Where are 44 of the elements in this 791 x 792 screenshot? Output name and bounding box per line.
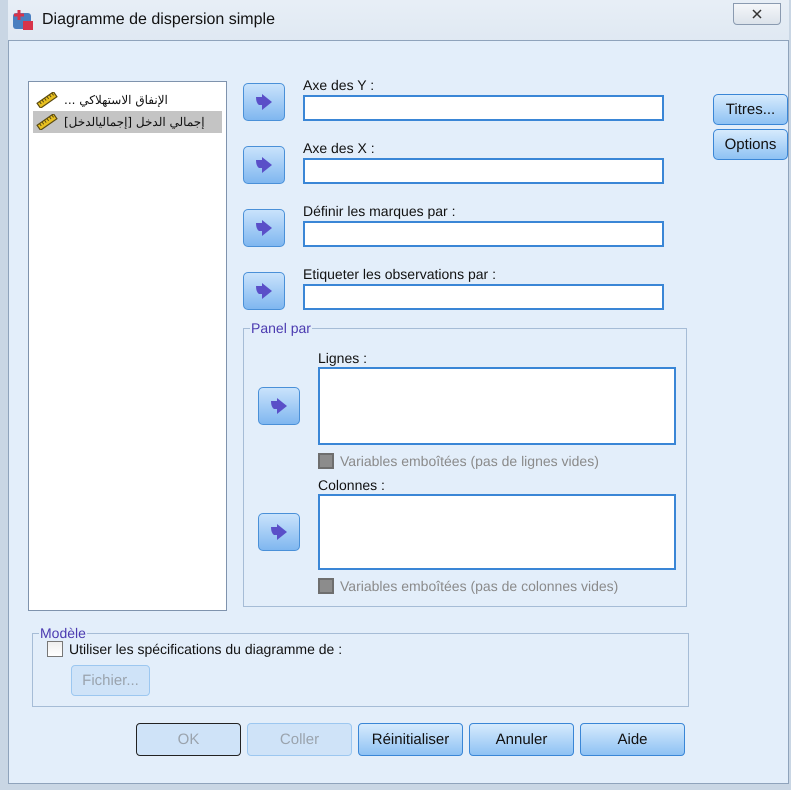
input-field[interactable]: [303, 221, 664, 247]
move-right-button[interactable]: [243, 209, 285, 247]
use-spec-checkbox[interactable]: Utiliser les spécifications du diagramme de :: [47, 641, 678, 657]
field-label: Axe des Y :: [303, 77, 376, 93]
arrow-icon: [255, 220, 273, 236]
chart-app-icon: [12, 9, 34, 31]
move-right-button[interactable]: [243, 83, 285, 121]
move-right-button[interactable]: [243, 146, 285, 184]
input-field[interactable]: [318, 494, 676, 570]
checkbox[interactable]: [47, 641, 63, 657]
variable-item[interactable]: الإنفاق الاستهلاكي ...: [33, 89, 222, 111]
dialog-button[interactable]: Annuler: [469, 723, 574, 756]
input-field[interactable]: [303, 158, 664, 184]
field-label: Colonnes :: [318, 477, 385, 493]
arrow-icon: [270, 398, 288, 414]
field-label: Lignes :: [318, 350, 368, 366]
arrow-icon: [270, 524, 288, 540]
group-title: Modèle: [39, 625, 87, 641]
input-field[interactable]: [303, 95, 664, 121]
group-title: Panel par: [250, 320, 312, 336]
input-field[interactable]: [318, 367, 676, 445]
move-right-button[interactable]: [243, 272, 285, 310]
ruler-icon: [36, 114, 58, 130]
checkbox-label: Variables emboîtées (pas de colonnes vides): [340, 578, 618, 594]
close-button[interactable]: [733, 3, 781, 25]
arrow-icon: [255, 94, 273, 110]
dialog-button[interactable]: Réinitialiser: [358, 723, 463, 756]
close-icon: [751, 8, 763, 20]
variable-item[interactable]: إجمالي الدخل [إجماليالدخل]: [33, 111, 222, 133]
checkbox-label: Utiliser les spécifications du diagramme de :: [69, 641, 342, 657]
variable-list[interactable]: الإنفاق الاستهلاكي ... إجمالي الدخل [إجماليالدخل]: [28, 81, 227, 611]
arrow-icon: [255, 283, 273, 299]
window-title: Diagramme de dispersion simple: [42, 11, 276, 29]
side-button[interactable]: Options: [713, 129, 788, 160]
dialog-button[interactable]: Aide: [580, 723, 685, 756]
field-label: Etiqueter les observations par :: [303, 266, 497, 282]
arrow-icon: [255, 157, 273, 173]
move-right-button[interactable]: [258, 387, 300, 425]
checkbox-label: Variables emboîtées (pas de lignes vides): [340, 453, 599, 469]
field-label: Définir les marques par :: [303, 203, 457, 219]
side-button[interactable]: Titres...: [713, 94, 788, 125]
input-field[interactable]: [303, 284, 664, 310]
field-label: Axe des X :: [303, 140, 376, 156]
move-right-button[interactable]: [258, 513, 300, 551]
